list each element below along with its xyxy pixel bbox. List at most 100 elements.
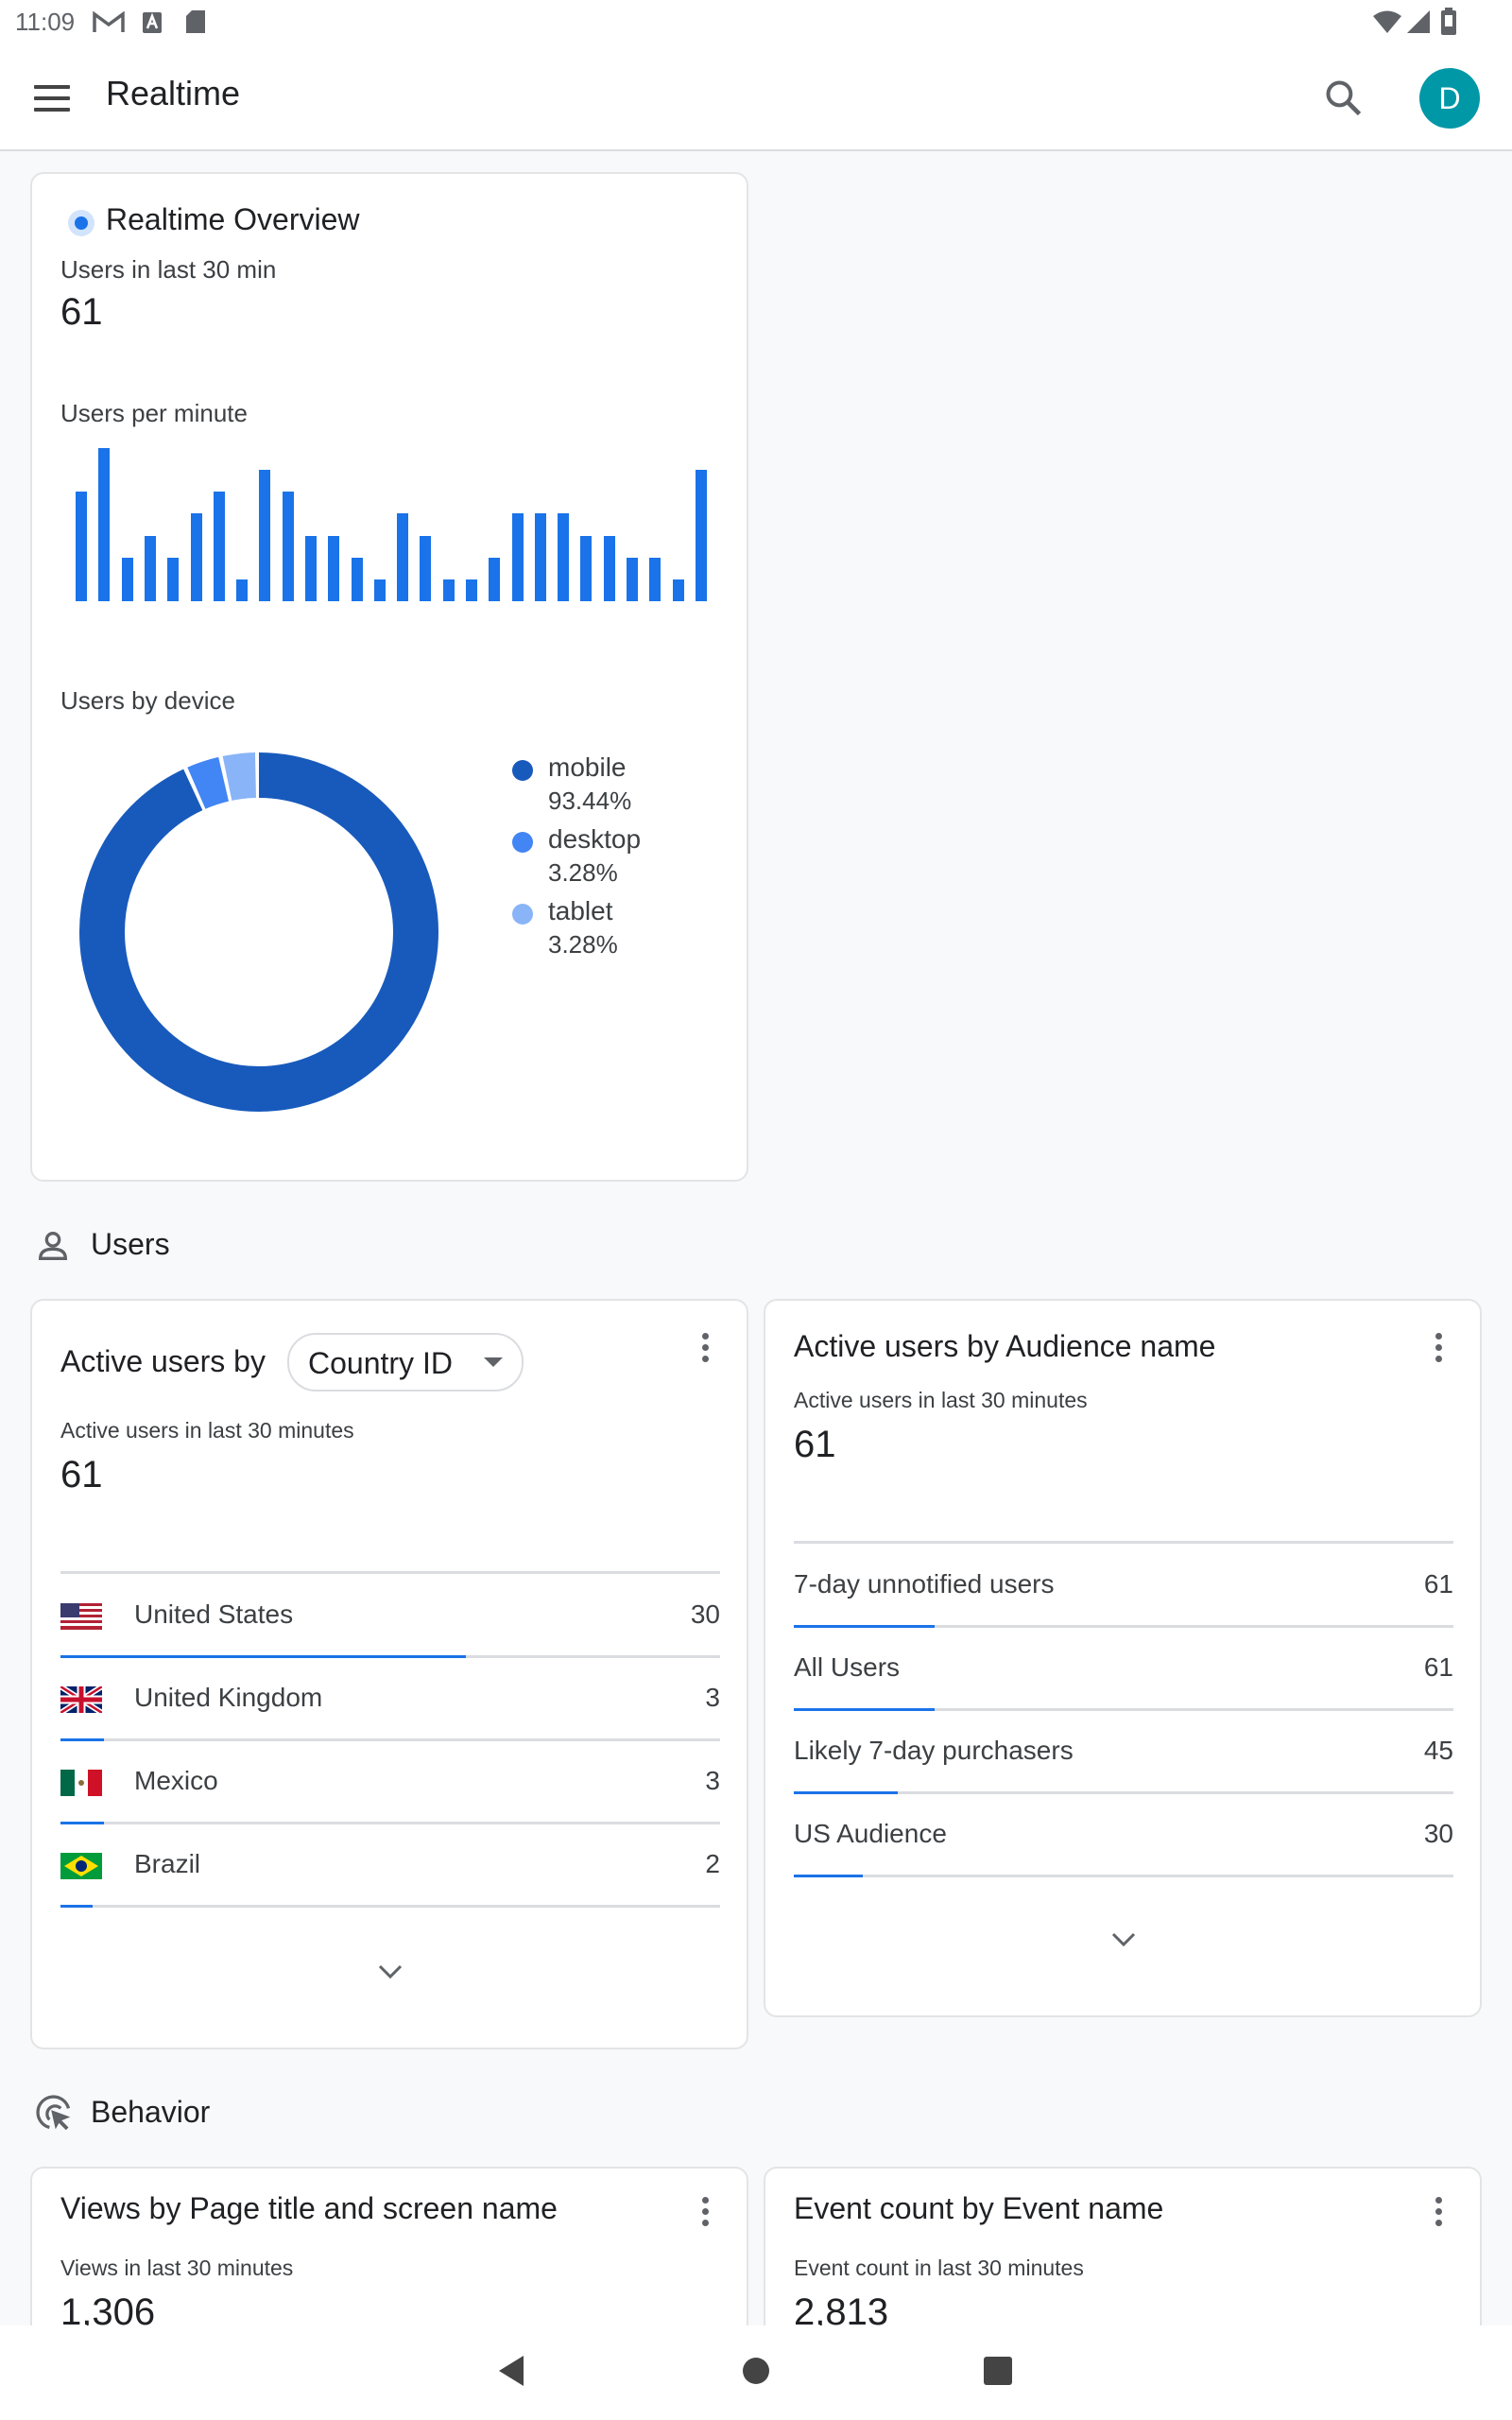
- country-label: Mexico: [134, 1766, 218, 1795]
- dimension-dropdown-value: Country ID: [308, 1346, 453, 1380]
- country-row-mexico[interactable]: Mexico 3: [60, 1741, 720, 1824]
- users-per-minute-bar: [511, 513, 524, 601]
- users-per-minute-bar: [649, 557, 662, 601]
- users-per-minute-bar: [420, 535, 432, 601]
- users-by-device-donut: [79, 752, 438, 1112]
- audience-row[interactable]: US Audience 30: [794, 1794, 1453, 1877]
- search-icon[interactable]: [1323, 78, 1365, 119]
- active-users-by-audience-card: Active users by Audience name Active use…: [764, 1299, 1482, 2017]
- users-per-minute-bar: [466, 579, 477, 601]
- country-card-more-icon[interactable]: [699, 1333, 711, 1367]
- overview-title: Realtime Overview: [106, 202, 360, 236]
- users-per-minute-bar: [627, 557, 638, 601]
- audience-label: Likely 7-day purchasers: [794, 1736, 1074, 1765]
- back-nav-icon[interactable]: [497, 2354, 525, 2388]
- home-nav-icon[interactable]: [741, 2356, 771, 2386]
- views-card-subtitle: Views in last 30 minutes: [60, 2256, 294, 2280]
- status-time: 11:09: [15, 8, 76, 36]
- audience-value: 30: [1423, 1819, 1453, 1848]
- users-per-minute-bar: [351, 557, 363, 601]
- users-section-label: Users: [91, 1227, 170, 1261]
- live-indicator-icon: [68, 210, 94, 236]
- audience-row[interactable]: All Users 61: [794, 1628, 1453, 1711]
- behavior-cursor-icon: [36, 2095, 71, 2131]
- audience-row[interactable]: Likely 7-day purchasers 45: [794, 1711, 1453, 1794]
- legend-name-tablet: tablet: [548, 896, 613, 925]
- legend-dot-tablet: [512, 904, 533, 925]
- users-per-minute-bar: [167, 557, 180, 601]
- users-per-minute-bar: [305, 535, 317, 601]
- country-value: 30: [690, 1599, 720, 1629]
- sd-card-icon: [186, 10, 205, 33]
- users-per-minute-bar: [695, 470, 707, 601]
- country-card-title: Active users by: [60, 1344, 266, 1378]
- country-label: United Kingdom: [134, 1683, 323, 1712]
- users-per-minute-bar: [236, 579, 249, 601]
- expand-chevron-icon[interactable]: [376, 1962, 404, 1981]
- recents-nav-icon[interactable]: [983, 2356, 1013, 2386]
- users-per-minute-bar: [442, 579, 455, 601]
- notification-a-icon: [143, 12, 162, 33]
- audience-list-divider: [794, 1541, 1453, 1544]
- mexico-flag-icon: [60, 1770, 102, 1796]
- audience-card-more-icon[interactable]: [1433, 1333, 1444, 1367]
- menu-icon[interactable]: [34, 85, 70, 112]
- system-nav-bar: [0, 2325, 1512, 2420]
- users-per-minute-bar: [259, 470, 271, 601]
- row-bar-track: [60, 1905, 720, 1908]
- legend-value-tablet: 3.28%: [548, 930, 618, 959]
- audience-row[interactable]: 7-day unnotified users 61: [794, 1545, 1453, 1628]
- users-per-minute-bar: [76, 492, 88, 601]
- country-value: 3: [705, 1683, 720, 1712]
- users-30min-label: Users in last 30 min: [60, 255, 277, 284]
- expand-chevron-icon[interactable]: [1109, 1930, 1138, 1949]
- users-per-minute-bar: [580, 535, 593, 601]
- users-per-minute-bar: [98, 448, 111, 601]
- audience-card-value: 61: [794, 1424, 836, 1465]
- country-value: 2: [705, 1849, 720, 1878]
- country-label: United States: [134, 1599, 294, 1629]
- brazil-flag-icon: [60, 1853, 102, 1879]
- donut-slice-mobile: [79, 752, 438, 1112]
- events-card-subtitle: Event count in last 30 minutes: [794, 2256, 1084, 2280]
- audience-card-title: Active users by Audience name: [794, 1329, 1216, 1363]
- country-list-divider: [60, 1571, 720, 1574]
- row-bar-track: [794, 1875, 1453, 1877]
- gmail-icon: [93, 11, 125, 32]
- legend-dot-desktop: [512, 832, 533, 853]
- audience-label: All Users: [794, 1652, 901, 1682]
- events-card-more-icon[interactable]: [1433, 2197, 1444, 2231]
- country-row-brazil[interactable]: Brazil 2: [60, 1824, 720, 1908]
- audience-card-subtitle: Active users in last 30 minutes: [794, 1388, 1088, 1412]
- behavior-section-label: Behavior: [91, 2095, 211, 2129]
- users-30min-value: 61: [60, 291, 103, 333]
- audience-label: US Audience: [794, 1819, 947, 1848]
- legend-name-mobile: mobile: [548, 752, 627, 782]
- page-title: Realtime: [106, 74, 241, 112]
- legend-dot-mobile: [512, 760, 533, 781]
- events-card-title: Event count by Event name: [794, 2191, 1164, 2225]
- dropdown-arrow-icon: [484, 1357, 503, 1367]
- users-per-minute-bar: [282, 492, 294, 601]
- avatar[interactable]: D: [1419, 68, 1480, 129]
- cell-signal-icon: [1407, 10, 1430, 33]
- us-flag-icon: [60, 1603, 102, 1630]
- legend-value-desktop: 3.28%: [548, 858, 618, 887]
- users-per-minute-label: Users per minute: [60, 399, 248, 427]
- country-value: 3: [705, 1766, 720, 1795]
- users-per-minute-bar: [213, 492, 225, 601]
- views-card-more-icon[interactable]: [699, 2197, 711, 2231]
- row-bar-fill: [60, 1905, 94, 1908]
- users-per-minute-bar: [145, 535, 156, 601]
- views-card-title: Views by Page title and screen name: [60, 2191, 558, 2225]
- country-row-united-states[interactable]: United States 30: [60, 1575, 720, 1658]
- wifi-icon: [1373, 10, 1401, 33]
- users-per-minute-bar: [558, 513, 570, 601]
- country-row-united-kingdom[interactable]: United Kingdom 3: [60, 1658, 720, 1741]
- dimension-dropdown[interactable]: Country ID: [287, 1333, 524, 1392]
- active-users-by-country-card: Active users by Country ID Active users …: [30, 1299, 748, 2049]
- users-per-minute-bar: [328, 535, 340, 601]
- row-bar-fill: [794, 1875, 864, 1877]
- users-per-minute-bar: [121, 557, 133, 601]
- users-per-minute-bar: [190, 513, 202, 601]
